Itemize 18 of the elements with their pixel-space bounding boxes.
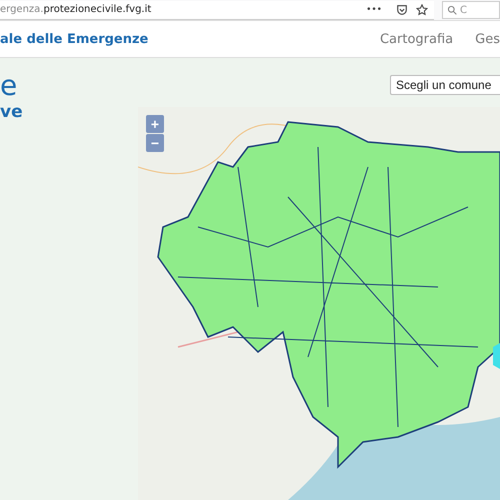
- address-bar[interactable]: ergenza.protezionecivile.fvg.it •••: [0, 0, 434, 20]
- url-domain: protezionecivile.fvg.it: [43, 4, 152, 15]
- star-icon[interactable]: [416, 4, 428, 16]
- pocket-icon[interactable]: [396, 4, 408, 16]
- search-placeholder: C: [460, 4, 467, 16]
- zoom-in-button[interactable]: +: [146, 115, 164, 133]
- page-heading: e: [0, 70, 18, 102]
- nav-link[interactable]: Ges: [475, 32, 500, 46]
- nav-link[interactable]: Cartografia: [380, 32, 454, 46]
- url-text: ergenza.: [0, 4, 44, 15]
- map-view[interactable]: + −: [138, 107, 500, 500]
- page-subheading: ve: [0, 102, 24, 122]
- search-field[interactable]: C: [442, 1, 500, 19]
- search-icon: [447, 5, 457, 15]
- page-actions-menu[interactable]: •••: [366, 4, 382, 14]
- site-title[interactable]: ale delle Emergenze: [0, 32, 148, 46]
- municipality-select[interactable]: Scegli un comune: [390, 75, 500, 95]
- zoom-out-button[interactable]: −: [146, 134, 164, 152]
